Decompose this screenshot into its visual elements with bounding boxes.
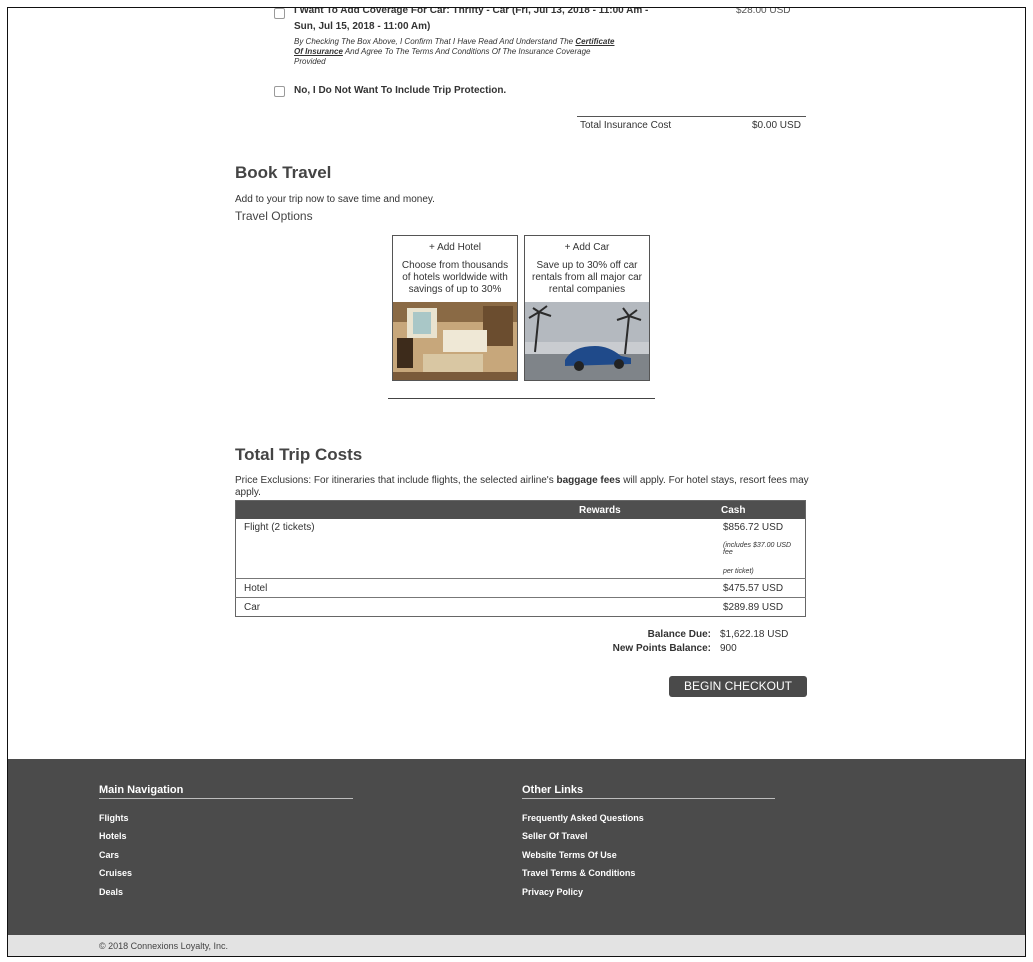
flight-label: Flight (2 tickets) bbox=[235, 519, 573, 579]
total-insurance-value: $0.00 USD bbox=[752, 120, 801, 131]
add-car-description: Save up to 30% off car rentals from all … bbox=[525, 256, 649, 296]
terms-text-3: Provided bbox=[294, 57, 326, 66]
table-header-rewards: Rewards bbox=[573, 500, 715, 519]
footer-link-faq[interactable]: Frequently Asked Questions bbox=[522, 813, 644, 823]
decline-protection-checkbox[interactable] bbox=[274, 86, 285, 97]
car-coverage-label-2: Sun, Jul 15, 2018 - 11:00 Am) bbox=[294, 21, 431, 32]
begin-checkout-button[interactable]: BEGIN CHECKOUT bbox=[669, 676, 807, 697]
exclusions-text-3: apply. bbox=[235, 487, 261, 498]
flight-cash-value: $856.72 USD bbox=[723, 522, 784, 533]
table-row-car: Car $289.89 USD bbox=[236, 598, 806, 617]
insurance-divider bbox=[577, 116, 806, 117]
footer-link-seller-of-travel[interactable]: Seller Of Travel bbox=[522, 831, 588, 841]
balance-due-label: Balance Due: bbox=[647, 629, 711, 640]
book-travel-subtitle: Add to your trip now to save time and mo… bbox=[235, 194, 435, 205]
other-links-rule bbox=[522, 798, 775, 799]
total-insurance-label: Total Insurance Cost bbox=[580, 120, 672, 131]
book-travel-heading: Book Travel bbox=[235, 163, 332, 182]
hotel-cash: $475.57 USD bbox=[715, 578, 806, 598]
terms-text-2: And Agree To The Terms And Conditions Of… bbox=[344, 47, 591, 56]
other-links-title: Other Links bbox=[522, 784, 584, 796]
add-hotel-title: + Add Hotel bbox=[429, 242, 481, 253]
hotel-desc-3: savings of up to 30% bbox=[408, 284, 502, 295]
footer-link-deals[interactable]: Deals bbox=[99, 887, 123, 897]
add-car-title: + Add Car bbox=[564, 242, 610, 253]
flight-fee-note-2: per ticket) bbox=[723, 568, 754, 575]
hotel-desc-1: Choose from thousands bbox=[401, 260, 509, 271]
balance-due-value: $1,622.18 USD bbox=[720, 629, 789, 640]
copyright-text: © 2018 Connexions Loyalty, Inc. bbox=[99, 941, 229, 951]
flight-rewards bbox=[573, 519, 715, 579]
car-desc-2: rentals from all major car bbox=[531, 272, 643, 283]
baggage-fees-text: baggage fees bbox=[556, 475, 621, 486]
car-coverage-label: I Want To Add Coverage For Car: Thrifty … bbox=[294, 7, 649, 16]
car-image bbox=[525, 302, 649, 380]
decline-protection-label: No, I Do Not Want To Include Trip Protec… bbox=[294, 85, 507, 96]
book-travel-divider bbox=[388, 398, 655, 399]
certificate-link-2[interactable]: Of Insurance bbox=[294, 47, 343, 56]
hotel-desc-2: of hotels worldwide with bbox=[402, 272, 508, 283]
hotel-label: Hotel bbox=[235, 578, 573, 598]
car-desc-3: rental companies bbox=[548, 284, 626, 295]
new-points-label: New Points Balance: bbox=[612, 643, 711, 654]
terms-text: By Checking The Box Above, I Confirm Tha… bbox=[294, 37, 574, 46]
car-cash: $289.89 USD bbox=[723, 601, 784, 613]
add-hotel-card[interactable]: + Add Hotel Choose from thousands of hot… bbox=[392, 235, 518, 381]
car-coverage-checkbox[interactable] bbox=[274, 8, 285, 19]
copyright-bar: © 2018 Connexions Loyalty, Inc. bbox=[8, 935, 1025, 956]
total-trip-costs-heading: Total Trip Costs bbox=[235, 445, 363, 464]
exclusions-text: Price Exclusions: For itineraries that i… bbox=[235, 475, 554, 486]
footer-link-terms-of-use[interactable]: Website Terms Of Use bbox=[522, 850, 617, 860]
flight-fee-note: (includes $37.00 USD fee bbox=[723, 542, 792, 556]
car-coverage-price: $28.00 USD bbox=[736, 7, 791, 16]
main-navigation-title: Main Navigation bbox=[99, 784, 184, 796]
add-car-card[interactable]: + Add Car Save up to 30% off car rentals… bbox=[524, 235, 650, 381]
price-exclusions: Price Exclusions: For itineraries that i… bbox=[235, 475, 810, 499]
table-row-hotel: Hotel $475.57 USD bbox=[235, 578, 806, 598]
certificate-link[interactable]: Certificate bbox=[575, 37, 614, 46]
page: I Want To Add Coverage For Car: Thrifty … bbox=[7, 7, 1026, 957]
table-header-cash: Cash bbox=[715, 500, 806, 519]
exclusions-text-2: will apply. For hotel stays, resort fees… bbox=[623, 475, 809, 486]
table-header-row: Rewards Cash bbox=[235, 500, 806, 519]
main-navigation-rule bbox=[99, 798, 353, 799]
table-header-item bbox=[235, 500, 573, 519]
insurance-terms: By Checking The Box Above, I Confirm Tha… bbox=[294, 37, 654, 67]
table-row-flight: Flight (2 tickets) $856.72 USD (includes… bbox=[235, 519, 806, 579]
add-hotel-description: Choose from thousands of hotels worldwid… bbox=[393, 256, 517, 296]
footer-link-cruises[interactable]: Cruises bbox=[99, 868, 132, 878]
footer-link-hotels[interactable]: Hotels bbox=[99, 831, 127, 841]
travel-options-label: Travel Options bbox=[235, 209, 313, 223]
footer-link-flights[interactable]: Flights bbox=[99, 813, 129, 823]
new-points-value: 900 bbox=[720, 643, 737, 654]
hotel-room-image bbox=[393, 302, 517, 380]
flight-cash: $856.72 USD (includes $37.00 USD fee per… bbox=[715, 519, 806, 579]
car-rewards bbox=[573, 598, 715, 617]
car-desc-1: Save up to 30% off car bbox=[536, 260, 638, 271]
car-label: Car bbox=[244, 601, 261, 613]
trip-costs-table: Rewards Cash Flight (2 tickets) $856.72 … bbox=[235, 500, 806, 617]
footer-link-cars[interactable]: Cars bbox=[99, 850, 119, 860]
footer-link-privacy-policy[interactable]: Privacy Policy bbox=[522, 887, 583, 897]
footer: Main Navigation Flights Hotels Cars Crui… bbox=[8, 759, 1025, 935]
hotel-rewards bbox=[573, 578, 715, 598]
footer-link-travel-terms[interactable]: Travel Terms & Conditions bbox=[522, 868, 635, 878]
